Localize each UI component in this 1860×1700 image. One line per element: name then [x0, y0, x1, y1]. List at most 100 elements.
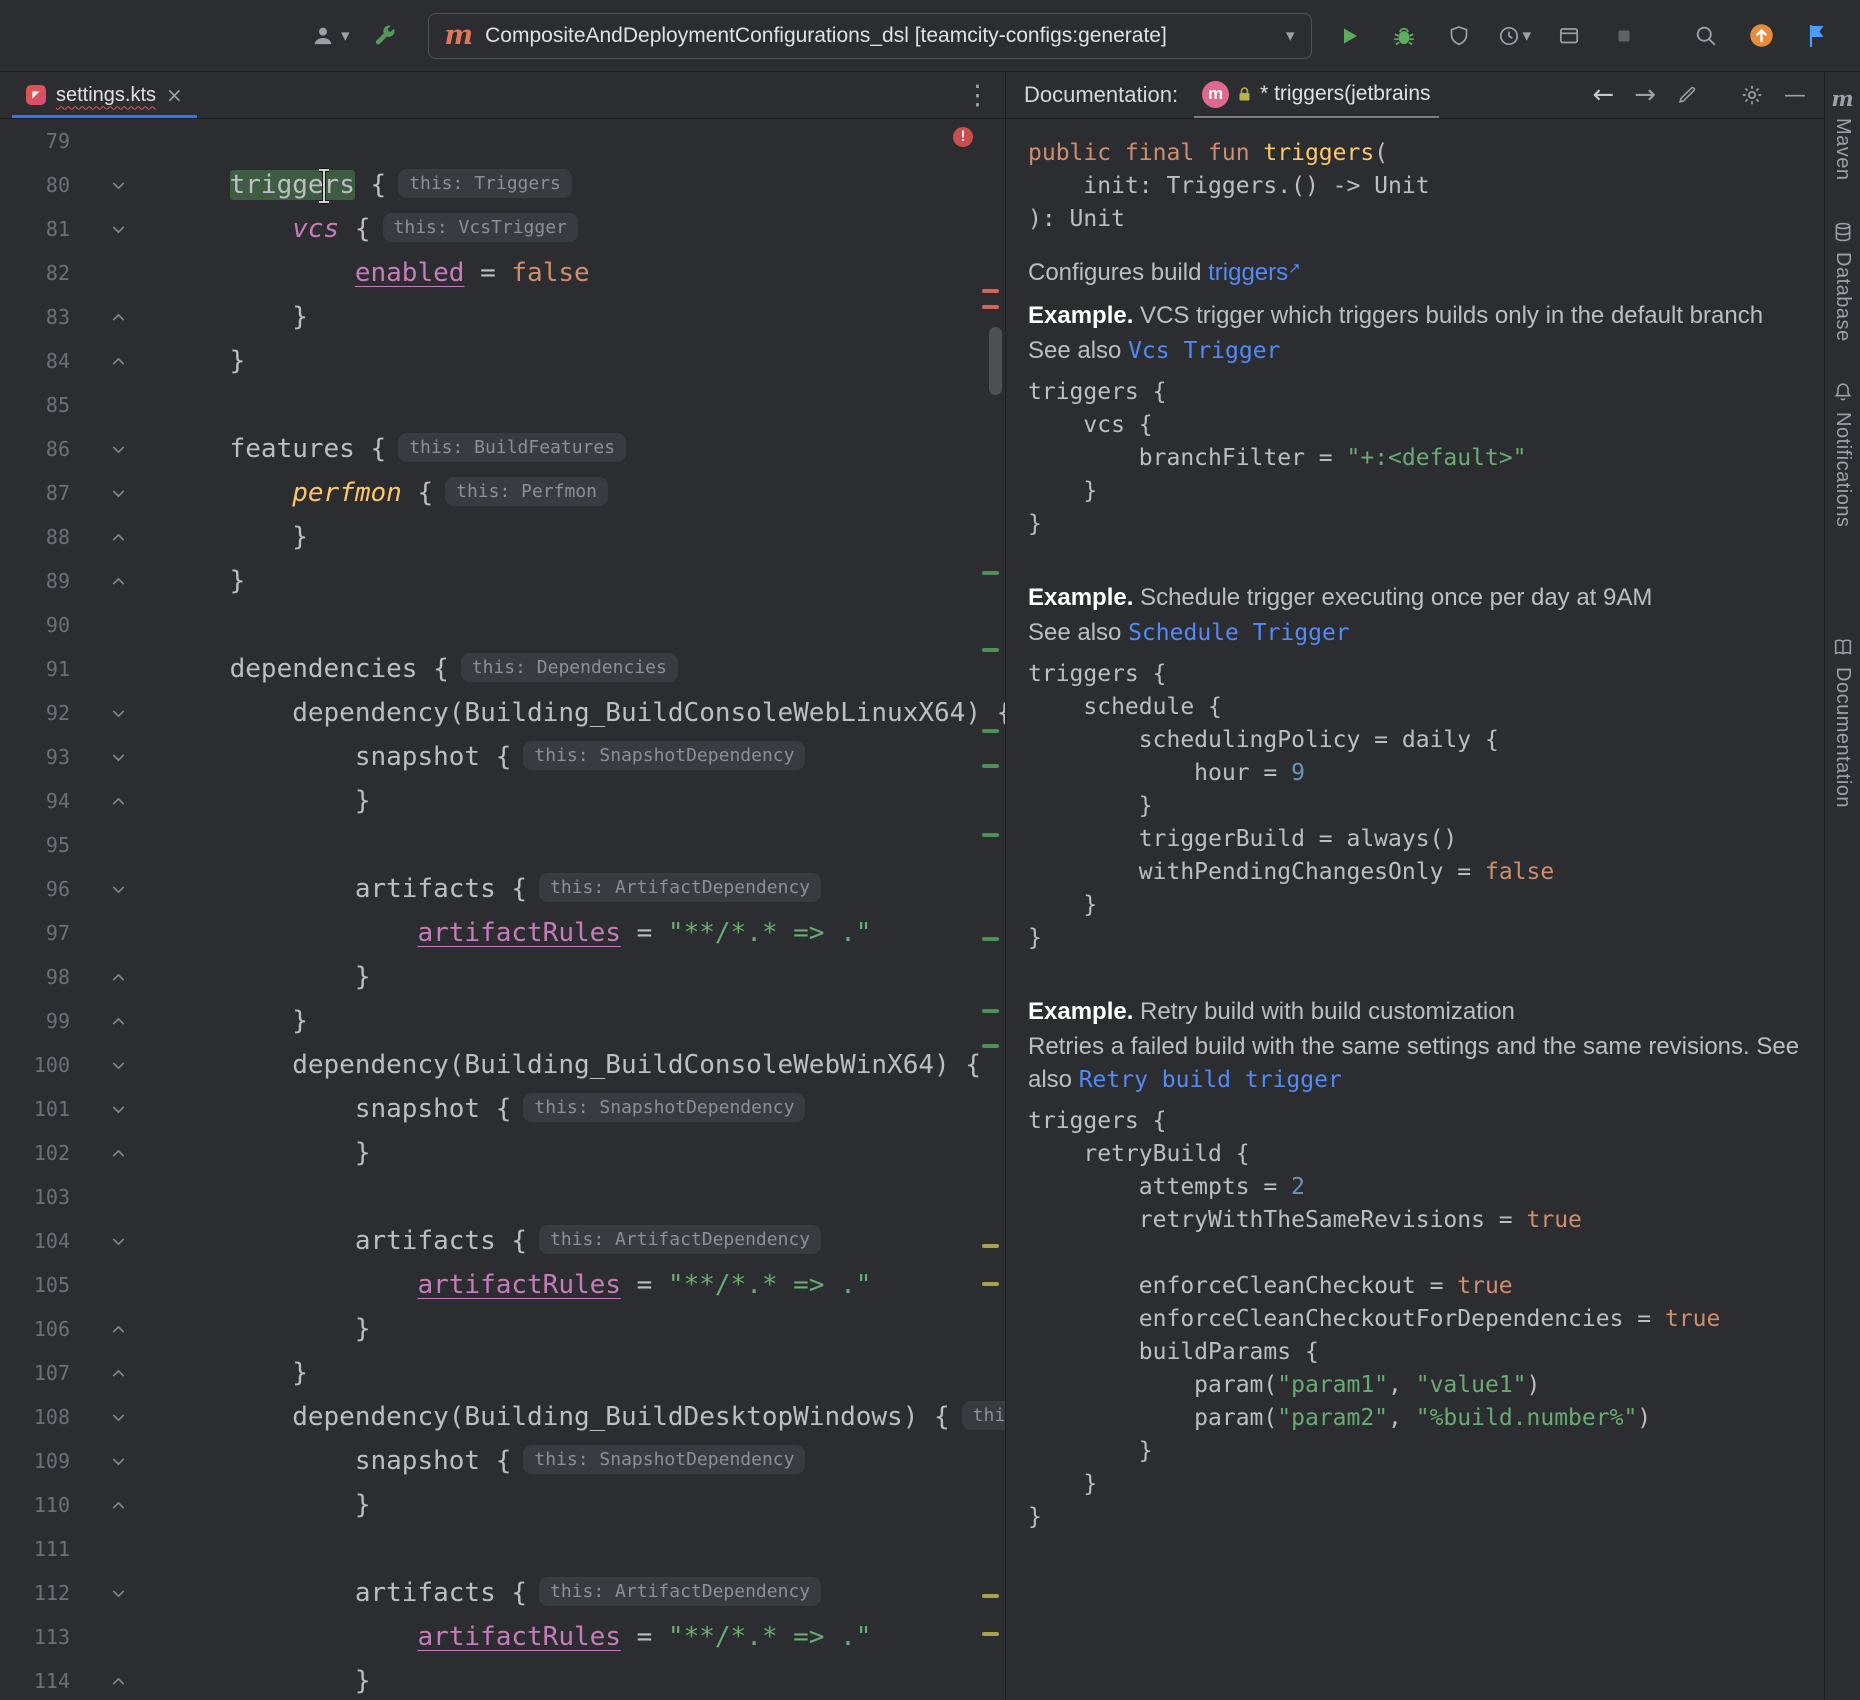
fold-icon[interactable]: [70, 339, 167, 383]
fold-icon[interactable]: [70, 999, 167, 1043]
stripe-mark[interactable]: [982, 1044, 999, 1048]
inlay-hint[interactable]: this: ArtifactDependency: [539, 1225, 821, 1254]
fold-icon[interactable]: [70, 1659, 167, 1700]
update-button[interactable]: [1744, 19, 1778, 53]
fold-icon[interactable]: [70, 779, 167, 823]
code-line[interactable]: 90: [0, 603, 1005, 647]
code-editor[interactable]: 7980 triggers {this: Triggers81 vcs {thi…: [0, 119, 1005, 1700]
code-line[interactable]: 99 }: [0, 999, 1005, 1043]
code-line[interactable]: 88 }: [0, 515, 1005, 559]
line-number[interactable]: 94: [0, 779, 70, 823]
inlay-hint[interactable]: this: VcsTrigger: [383, 213, 578, 242]
code-line[interactable]: 112 artifacts {this: ArtifactDependency: [0, 1571, 1005, 1615]
stripe-mark[interactable]: [982, 289, 999, 293]
inlay-hint[interactable]: this: Dependency: [962, 1401, 1005, 1430]
stripe-mark[interactable]: [982, 937, 999, 941]
code-line[interactable]: 101 snapshot {this: SnapshotDependency: [0, 1087, 1005, 1131]
line-number[interactable]: 96: [0, 867, 70, 911]
forward-button[interactable]: →: [1634, 82, 1656, 108]
code-line[interactable]: 108 dependency(Building_BuildDesktopWind…: [0, 1395, 1005, 1439]
line-number[interactable]: 108: [0, 1395, 70, 1439]
code-line[interactable]: 82 enabled = false: [0, 251, 1005, 295]
tool-stripe-maven[interactable]: m Maven: [1831, 88, 1854, 181]
code-line[interactable]: 107 }: [0, 1351, 1005, 1395]
code-line[interactable]: 95: [0, 823, 1005, 867]
code-line[interactable]: 113 artifactRules = "**/*.* => .": [0, 1615, 1005, 1659]
coverage-button[interactable]: [1442, 19, 1476, 53]
doc-tab[interactable]: m * triggers(jetbrains: [1194, 72, 1438, 118]
line-number[interactable]: 80: [0, 163, 70, 207]
code-line[interactable]: 111: [0, 1527, 1005, 1571]
code-line[interactable]: 80 triggers {this: Triggers: [0, 163, 1005, 207]
fold-icon[interactable]: [70, 471, 167, 515]
line-number[interactable]: 103: [0, 1175, 70, 1219]
run-button[interactable]: [1332, 19, 1366, 53]
minimize-icon[interactable]: —: [1784, 83, 1806, 108]
code-line[interactable]: 86 features {this: BuildFeatures: [0, 427, 1005, 471]
line-number[interactable]: 109: [0, 1439, 70, 1483]
stripe-mark[interactable]: [982, 1009, 999, 1013]
doc-link[interactable]: Vcs Trigger: [1128, 338, 1280, 364]
code-line[interactable]: 87 perfmon {this: Perfmon: [0, 471, 1005, 515]
inlay-hint[interactable]: this: Dependencies: [461, 653, 678, 682]
line-number[interactable]: 87: [0, 471, 70, 515]
editor-scrollbar[interactable]: [989, 327, 1002, 395]
line-number[interactable]: 93: [0, 735, 70, 779]
inspections-widget[interactable]: !: [953, 127, 973, 147]
line-number[interactable]: 89: [0, 559, 70, 603]
stripe-mark[interactable]: [982, 305, 999, 309]
fold-icon[interactable]: [70, 1087, 167, 1131]
line-number[interactable]: 79: [0, 119, 70, 163]
fold-icon[interactable]: [70, 1351, 167, 1395]
line-number[interactable]: 113: [0, 1615, 70, 1659]
fold-icon[interactable]: [70, 735, 167, 779]
search-button[interactable]: [1688, 19, 1722, 53]
line-number[interactable]: 92: [0, 691, 70, 735]
services-button[interactable]: [1552, 19, 1586, 53]
line-number[interactable]: 82: [0, 251, 70, 295]
stripe-mark[interactable]: [982, 1594, 999, 1598]
stripe-mark[interactable]: [982, 833, 999, 837]
stripe-mark[interactable]: [982, 1632, 999, 1636]
fold-icon[interactable]: [70, 1395, 167, 1439]
fold-icon[interactable]: [70, 1439, 167, 1483]
inlay-hint[interactable]: this: Triggers: [398, 169, 572, 198]
line-number[interactable]: 107: [0, 1351, 70, 1395]
fold-icon[interactable]: [70, 691, 167, 735]
back-button[interactable]: ←: [1592, 82, 1614, 108]
code-line[interactable]: 93 snapshot {this: SnapshotDependency: [0, 735, 1005, 779]
line-number[interactable]: 83: [0, 295, 70, 339]
stripe-mark[interactable]: [982, 764, 999, 768]
fold-icon[interactable]: [70, 427, 167, 471]
flag-button[interactable]: [1800, 19, 1834, 53]
line-number[interactable]: 95: [0, 823, 70, 867]
fold-icon[interactable]: [70, 1307, 167, 1351]
line-number[interactable]: 90: [0, 603, 70, 647]
code-line[interactable]: 91 dependencies {this: Dependencies: [0, 647, 1005, 691]
code-line[interactable]: 83 }: [0, 295, 1005, 339]
code-line[interactable]: 105 artifactRules = "**/*.* => .": [0, 1263, 1005, 1307]
fold-icon[interactable]: [70, 867, 167, 911]
code-line[interactable]: 96 artifacts {this: ArtifactDependency: [0, 867, 1005, 911]
line-number[interactable]: 88: [0, 515, 70, 559]
line-number[interactable]: 105: [0, 1263, 70, 1307]
line-number[interactable]: 110: [0, 1483, 70, 1527]
close-icon[interactable]: ×: [166, 83, 183, 107]
line-number[interactable]: 81: [0, 207, 70, 251]
code-line[interactable]: 103: [0, 1175, 1005, 1219]
fold-icon[interactable]: [70, 955, 167, 999]
stripe-mark[interactable]: [982, 1282, 999, 1286]
tool-stripe-database[interactable]: Database: [1831, 221, 1854, 342]
line-number[interactable]: 102: [0, 1131, 70, 1175]
inlay-hint[interactable]: this: Perfmon: [445, 477, 608, 506]
doc-link[interactable]: Retry build trigger: [1079, 1067, 1342, 1093]
fold-icon[interactable]: [70, 1571, 167, 1615]
line-number[interactable]: 100: [0, 1043, 70, 1087]
wrench-button[interactable]: [368, 19, 402, 53]
code-line[interactable]: 81 vcs {this: VcsTrigger: [0, 207, 1005, 251]
code-line[interactable]: 100 dependency(Building_BuildConsoleWebW…: [0, 1043, 1005, 1087]
inlay-hint[interactable]: this: ArtifactDependency: [539, 873, 821, 902]
doc-link[interactable]: ↗: [1288, 259, 1301, 277]
doc-link[interactable]: Schedule Trigger: [1128, 620, 1350, 646]
fold-icon[interactable]: [70, 1219, 167, 1263]
